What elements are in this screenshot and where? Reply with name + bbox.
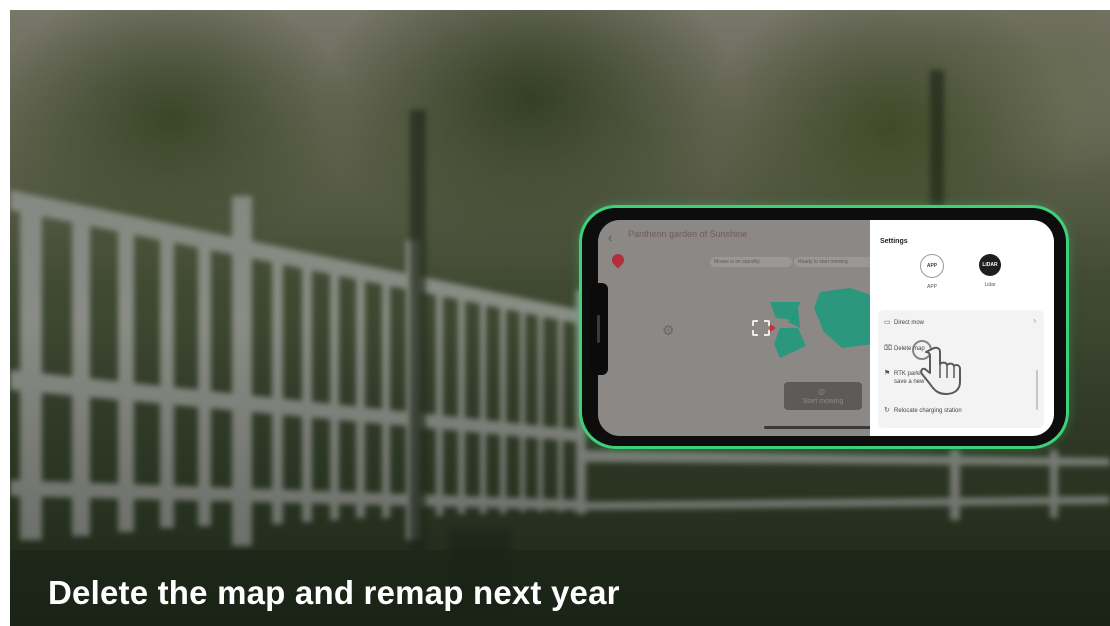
status-pill: Mower is on standby — [710, 257, 792, 267]
folder-icon: ▭ — [884, 319, 891, 326]
mode-label: APP — [926, 284, 937, 290]
app-mode-icon: APP — [920, 254, 944, 278]
flag-icon: ⚑ — [884, 370, 891, 377]
start-mowing-button[interactable]: ◎ Start mowing — [784, 382, 862, 410]
gear-icon[interactable]: ⚙ — [662, 322, 675, 339]
scrollbar[interactable] — [1036, 370, 1038, 410]
mode-label: Lidar — [984, 282, 996, 288]
chevron-right-icon: › — [1033, 316, 1036, 325]
settings-title: Settings — [880, 238, 908, 245]
chevron-left-icon[interactable]: ‹ — [608, 230, 612, 245]
video-caption: Delete the map and remap next year — [48, 574, 620, 611]
settings-panel: Settings APP APP LiDAR Lidar ▭ Direct mow… — [870, 220, 1054, 436]
mower-target-icon — [752, 320, 770, 336]
mode-option-app[interactable]: APP APP — [912, 254, 952, 290]
menu-item-relocate-station[interactable]: ↻ Relocate charging station — [884, 406, 962, 414]
tap-hand-icon — [912, 340, 961, 395]
play-icon: ◎ — [818, 387, 825, 396]
app-map-area: ‹ Pantheon garden of Sunshine Mower is o… — [598, 220, 892, 436]
refresh-icon: ↻ — [884, 407, 890, 414]
location-pin-icon[interactable] — [609, 251, 627, 269]
trash-icon: ⌧ — [884, 345, 893, 352]
lidar-mode-icon: LiDAR — [979, 254, 1001, 276]
map-zone — [774, 328, 806, 358]
app-title: Pantheon garden of Sunshine — [628, 229, 748, 239]
mode-option-lidar[interactable]: LiDAR Lidar — [970, 254, 1010, 288]
phone-side-notch — [590, 283, 608, 375]
phone-screen: ‹ Pantheon garden of Sunshine Mower is o… — [598, 220, 1054, 436]
home-indicator — [764, 426, 884, 429]
menu-item-direct-mow[interactable]: ▭ Direct mow — [884, 318, 924, 326]
